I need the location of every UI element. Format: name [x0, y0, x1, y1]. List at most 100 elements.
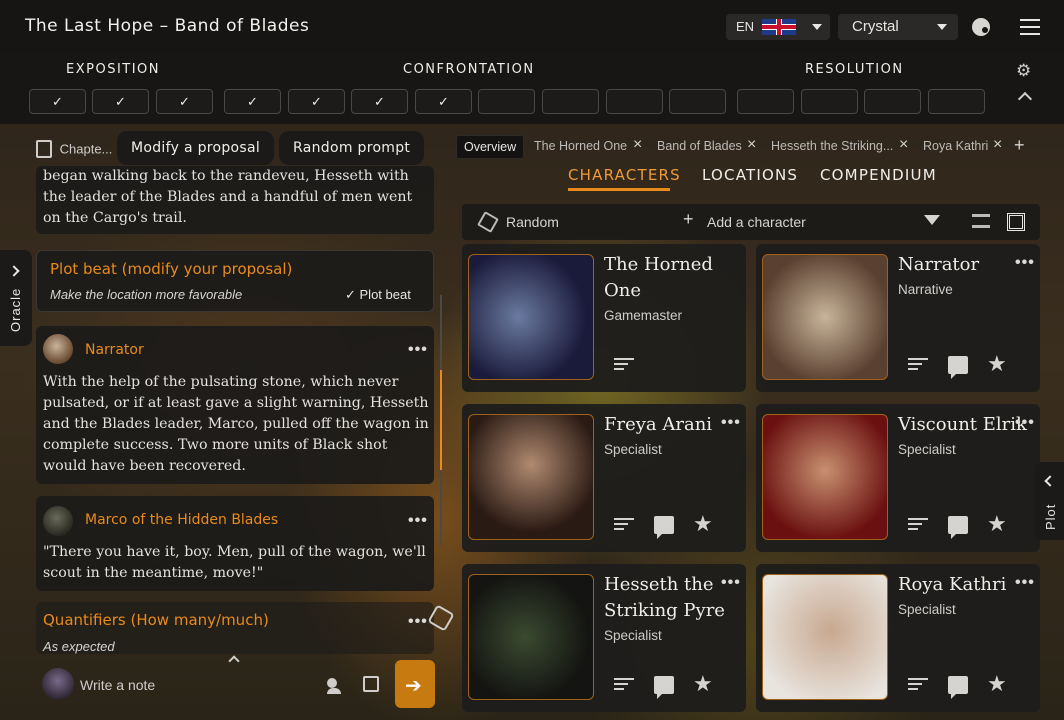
document-icon — [36, 140, 52, 158]
close-icon[interactable]: × — [633, 136, 642, 154]
star-icon[interactable]: ★ — [987, 513, 1007, 535]
tab-roya-kathri[interactable]: Roya Kathri — [923, 139, 988, 153]
language-selector[interactable]: EN — [726, 14, 830, 40]
character-portrait[interactable] — [468, 254, 594, 380]
dice-icon[interactable] — [477, 211, 499, 233]
add-character-button[interactable]: Add a character — [707, 214, 806, 230]
edit-icon[interactable] — [908, 358, 928, 374]
scrollbar-thumb[interactable] — [440, 370, 442, 470]
star-icon[interactable]: ★ — [987, 353, 1007, 375]
oracle-tab[interactable]: Oracle — [0, 250, 32, 346]
add-tab-icon[interactable]: + — [1014, 135, 1025, 156]
plot-beat-slot[interactable]: ✓ — [92, 89, 149, 114]
character-card[interactable]: Freya Arani Specialist ••• ★ — [462, 404, 746, 552]
uk-flag-icon — [762, 19, 796, 35]
image-icon[interactable] — [363, 676, 379, 692]
tab-overview[interactable]: Overview — [456, 135, 525, 159]
menu-icon[interactable] — [1020, 19, 1040, 35]
plot-beat-slot[interactable] — [478, 89, 535, 114]
character-name: Viscount Elrik — [898, 414, 1027, 435]
tab-locations[interactable]: LOCATIONS — [702, 166, 798, 184]
star-icon[interactable]: ★ — [693, 513, 713, 535]
plus-icon: + — [683, 209, 694, 229]
chevron-left-icon — [1044, 475, 1056, 487]
close-icon[interactable]: × — [747, 136, 756, 154]
send-button[interactable]: ➔ — [395, 660, 435, 708]
plot-beat-check[interactable]: ✓ Plot beat — [345, 287, 411, 303]
character-portrait[interactable] — [468, 414, 594, 540]
edit-icon[interactable] — [614, 518, 634, 534]
tab-characters[interactable]: CHARACTERS — [568, 166, 681, 184]
character-role: Specialist — [604, 442, 662, 457]
plot-beat-slot[interactable] — [606, 89, 663, 114]
character-role: Narrative — [898, 282, 953, 297]
speaker-icon[interactable] — [327, 676, 347, 694]
character-role: Gamemaster — [604, 308, 683, 323]
star-icon[interactable]: ★ — [987, 673, 1007, 695]
narrator-avatar — [43, 334, 73, 364]
edit-icon[interactable] — [614, 678, 634, 694]
tab-the-horned-one[interactable]: The Horned One — [534, 139, 627, 153]
more-options-icon[interactable]: ••• — [721, 414, 741, 432]
plot-tab[interactable]: Plot — [1034, 462, 1064, 540]
tab-band-of-blades[interactable]: Band of Blades — [657, 139, 742, 153]
character-name: Hesseth the Striking Pyre — [604, 574, 725, 621]
chat-icon[interactable] — [948, 356, 968, 379]
character-card[interactable]: Narrator Narrative ••• ★ — [756, 244, 1040, 392]
chat-icon[interactable] — [654, 516, 674, 539]
list-view-icon[interactable] — [972, 214, 990, 228]
marco-name: Marco of the Hidden Blades — [85, 512, 279, 528]
character-portrait[interactable] — [762, 574, 888, 700]
character-card[interactable]: Roya Kathri Specialist ••• ★ — [756, 564, 1040, 712]
plot-beat-slot[interactable] — [737, 89, 794, 114]
chat-icon[interactable] — [948, 516, 968, 539]
close-icon[interactable]: × — [899, 136, 908, 154]
plot-beat-slot[interactable]: ✓ — [224, 89, 281, 114]
grid-view-icon[interactable] — [1007, 213, 1025, 231]
chat-icon[interactable] — [654, 676, 674, 699]
chevron-down-icon — [937, 24, 947, 30]
more-options-icon[interactable]: ••• — [721, 574, 741, 592]
edit-icon[interactable] — [908, 518, 928, 534]
note-input[interactable]: Write a note — [80, 677, 155, 693]
plot-beat-slot[interactable] — [928, 89, 985, 114]
character-portrait[interactable] — [762, 254, 888, 380]
edit-icon[interactable] — [908, 678, 928, 694]
filter-icon[interactable] — [924, 215, 940, 225]
plot-beat-slot[interactable] — [864, 89, 921, 114]
more-options-icon[interactable]: ••• — [1015, 254, 1035, 272]
plot-beat-slot[interactable]: ✓ — [156, 89, 213, 114]
more-options-icon[interactable]: ••• — [408, 512, 428, 530]
plot-beat-slot[interactable]: ✓ — [29, 89, 86, 114]
character-portrait[interactable] — [762, 414, 888, 540]
plot-beat-slot[interactable] — [542, 89, 599, 114]
more-options-icon[interactable]: ••• — [1015, 414, 1035, 432]
close-icon[interactable]: × — [993, 136, 1002, 154]
theme-selector[interactable]: Crystal — [838, 14, 958, 40]
character-message: Marco of the Hidden Blades ••• "There yo… — [36, 496, 434, 591]
plot-beat-slot[interactable]: ✓ — [351, 89, 408, 114]
character-card[interactable]: The Horned One Gamemaster — [462, 244, 746, 392]
plot-beat-slot[interactable]: ✓ — [415, 89, 472, 114]
chat-icon[interactable] — [948, 676, 968, 699]
plot-beat-slot[interactable]: ✓ — [288, 89, 345, 114]
character-card[interactable]: Viscount Elrik Specialist ••• ★ — [756, 404, 1040, 552]
chapter-selector[interactable]: Chapte... — [36, 140, 112, 158]
random-button[interactable]: Random — [506, 214, 559, 230]
tab-compendium[interactable]: COMPENDIUM — [820, 166, 937, 184]
plot-beat-slot[interactable] — [801, 89, 858, 114]
star-icon[interactable]: ★ — [693, 673, 713, 695]
random-prompt-button[interactable]: Random prompt — [279, 131, 425, 165]
modify-proposal-button[interactable]: Modify a proposal — [117, 131, 275, 165]
edit-icon[interactable] — [614, 358, 634, 374]
plot-beat-slot[interactable] — [669, 89, 726, 114]
more-options-icon[interactable]: ••• — [408, 341, 428, 359]
plot-beat-card[interactable]: Plot beat (modify your proposal) Make th… — [36, 250, 434, 312]
more-options-icon[interactable]: ••• — [1015, 574, 1035, 592]
palette-icon[interactable] — [972, 18, 990, 36]
character-portrait[interactable] — [468, 574, 594, 700]
character-card[interactable]: Hesseth the Striking Pyre Specialist ••• ★ — [462, 564, 746, 712]
more-options-icon[interactable]: ••• — [408, 613, 428, 631]
gear-icon[interactable]: ⚙ — [1016, 61, 1031, 81]
tab-hesseth[interactable]: Hesseth the Striking... — [771, 139, 893, 153]
